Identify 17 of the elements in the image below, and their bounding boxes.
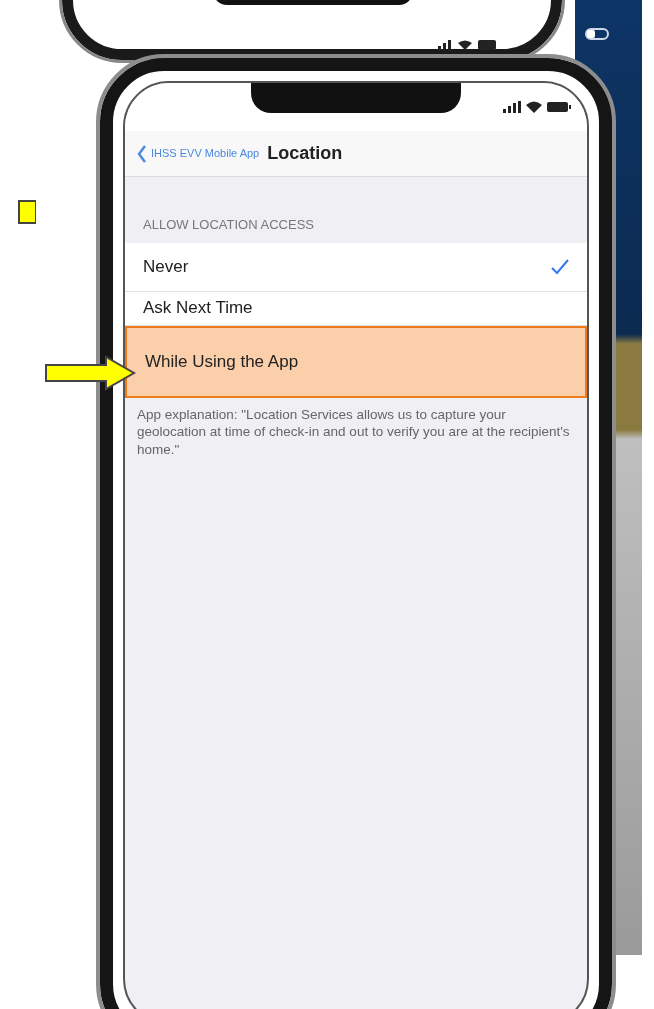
signal-icon [503, 101, 521, 113]
footer-text: App explanation: "Location Services allows us to capture your geolocation at time of check-in and out to verify you are at the recipient's home." [136, 405, 571, 459]
option-row[interactable]: Ask Next Time [125, 291, 587, 326]
checkmark-icon [551, 258, 569, 275]
marker-icon [18, 200, 36, 224]
arrow-icon [44, 355, 136, 391]
page-title: Location [267, 142, 343, 165]
toggle-icon [585, 28, 609, 40]
chevron-left-icon [137, 144, 147, 163]
option-row[interactable]: While Using the App [125, 325, 587, 398]
wifi-icon [526, 101, 542, 113]
option-row[interactable]: Never [125, 242, 587, 292]
section-header: ALLOW LOCATION ACCESS [142, 216, 315, 234]
battery-icon [547, 101, 571, 113]
battery-icon [478, 40, 496, 50]
wifi-icon [458, 38, 472, 50]
signal-icon [438, 38, 451, 51]
